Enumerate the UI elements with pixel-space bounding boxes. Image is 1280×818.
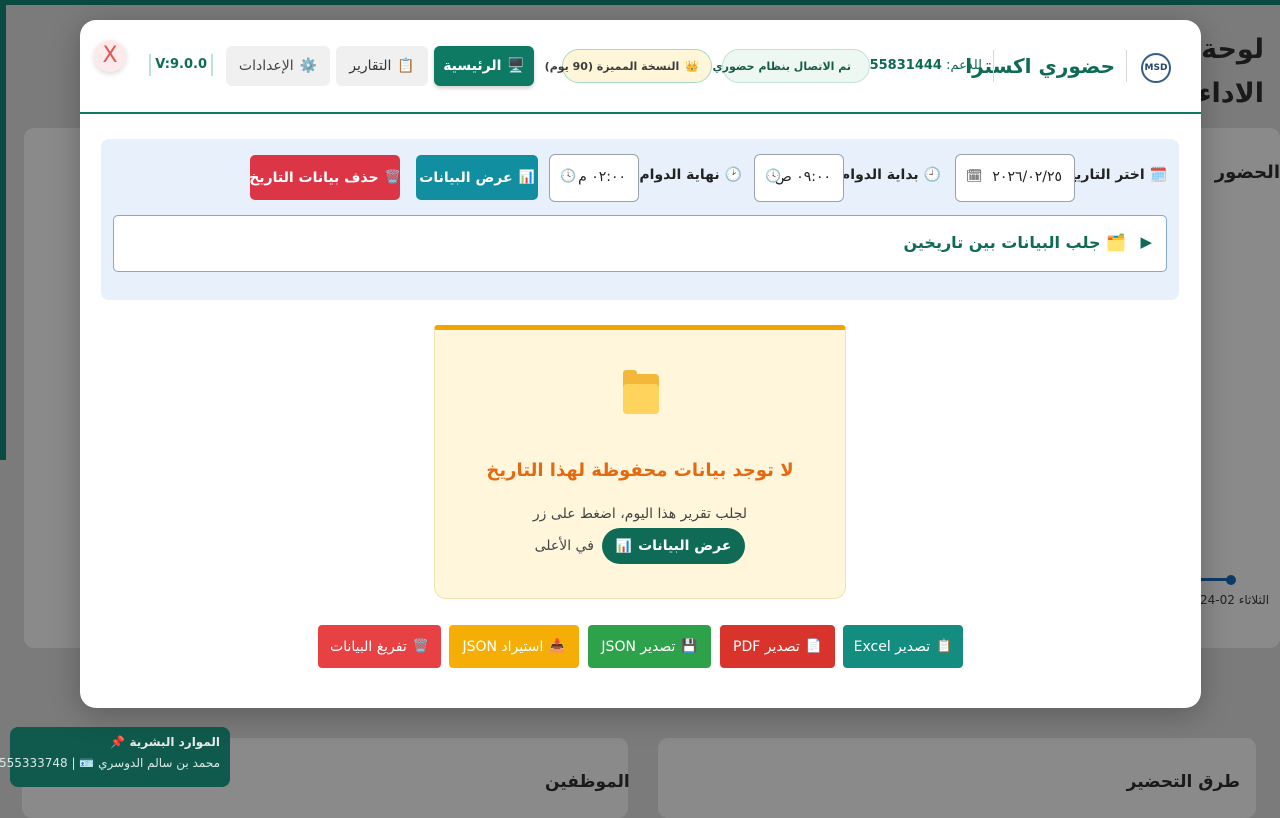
tab-reports[interactable]: 📋 التقارير	[336, 46, 428, 86]
chart-axis-label: الثلاثاء 02-24	[1200, 593, 1270, 607]
tab-settings[interactable]: ⚙️ الإعدادات	[226, 46, 330, 86]
hr-phone: 0555333748	[0, 756, 68, 770]
chart-icon: 📊	[615, 538, 633, 554]
connection-status-text: تم الاتصال بنظام حضوري	[712, 59, 851, 73]
attendance-chart-label: الحضور	[1214, 162, 1280, 183]
hr-person-name: محمد بن سالم الدوسري	[98, 756, 220, 770]
empty-state-hint: عرض البيانات 📊 في الأعلى	[435, 528, 845, 564]
end-label: 🕑 نهاية الدوام:	[634, 167, 742, 183]
attendance-modal: MSD حضوري اكسترا للدعم: 0555831444 تم ال…	[80, 20, 1201, 708]
chart-point	[1226, 575, 1236, 585]
monitor-icon: 🖥️	[507, 58, 525, 74]
clock-icon: 🕘	[923, 167, 941, 183]
import-json-button[interactable]: 📥 استيراد JSON	[449, 625, 579, 668]
start-time-input[interactable]: ٠٩:٠٠ ص 🕓	[754, 154, 844, 202]
page-title: لوحة الاداء	[1197, 34, 1264, 109]
import-json-label: استيراد JSON	[462, 638, 544, 655]
date-range-title: 🗂️ جلب البيانات بين تاريخين	[904, 233, 1127, 252]
premium-badge: 👑 النسخة المميزة (90 يوم)	[545, 49, 712, 83]
empty-state-title: لا توجد بيانات محفوظة لهذا التاريخ	[486, 460, 794, 481]
export-excel-label: تصدير Excel	[853, 638, 931, 655]
floppy-icon: 💾	[681, 639, 698, 654]
crown-icon: 👑	[685, 59, 699, 73]
clock-picker-icon[interactable]: 🕓	[560, 169, 576, 184]
id-icon: 🪪	[79, 756, 95, 770]
caret-right-icon: ▶	[1140, 233, 1152, 251]
end-label-text: نهاية الدوام:	[633, 167, 720, 183]
support-info: للدعم: 0555831444	[852, 58, 983, 73]
date-input[interactable]: ٢٠٢٦/٠٢/٢٥ 🗓	[955, 154, 1075, 202]
clock-picker-icon[interactable]: 🕓	[765, 169, 781, 184]
export-pdf-label: تصدير PDF	[733, 638, 800, 655]
tab-settings-label: الإعدادات	[238, 58, 294, 74]
start-label-text: بداية الدوام:	[834, 167, 919, 183]
delete-date-data-label: حذف بيانات التاريخ	[249, 169, 379, 186]
employees-section-title: الموظفين	[545, 772, 630, 792]
date-range-toggle[interactable]: ▶ 🗂️ جلب البيانات بين تاريخين	[113, 215, 1167, 272]
clear-data-button[interactable]: 🗑️ تفريغ البيانات	[318, 625, 441, 668]
close-button[interactable]: X	[94, 40, 126, 72]
inline-show-data-button[interactable]: عرض البيانات 📊	[601, 528, 746, 564]
connection-status-badge: تم الاتصال بنظام حضوري	[713, 49, 870, 83]
export-json-label: تصدير JSON	[601, 638, 676, 655]
empty-state-subtitle: لجلب تقرير هذا اليوم، اضغط على زر	[532, 506, 748, 522]
clear-data-label: تفريغ البيانات	[330, 638, 407, 655]
inbox-icon: 📥	[549, 639, 566, 654]
top-accent-bar	[0, 0, 1280, 5]
header-divider	[993, 50, 994, 82]
tab-home[interactable]: 🖥️ الرئيسية	[434, 46, 534, 86]
end-time-value: ٠٢:٠٠ م	[578, 169, 626, 185]
chart-icon: 📊	[518, 170, 535, 185]
prep-section-title: طرق التحضير	[1126, 772, 1240, 792]
clipboard-icon: 📋	[936, 639, 953, 654]
calendar-picker-icon[interactable]: 🗓	[966, 169, 983, 184]
show-data-label: عرض البيانات	[419, 169, 513, 186]
start-label: 🕘 بداية الدوام:	[834, 167, 941, 183]
trash-icon: 🗑️	[412, 639, 429, 654]
side-accent-bar	[0, 0, 6, 460]
inline-show-data-label: عرض البيانات	[638, 538, 732, 554]
filter-panel: 🗓️ اختر التاريخ: ٢٠٢٦/٠٢/٢٥ 🗓 🕘 بداية ال…	[101, 139, 1179, 300]
clock-icon: 🕑	[724, 167, 742, 183]
hr-title: الموارد البشرية	[129, 735, 220, 749]
hr-contact-card[interactable]: الموارد البشرية 📌 محمد بن سالم الدوسري 🪪…	[0, 727, 230, 787]
premium-label: النسخة المميزة (90 يوم)	[544, 59, 680, 73]
version-label: V:9.0.0	[149, 54, 213, 76]
pin-icon: 📌	[110, 735, 126, 749]
support-label: للدعم:	[946, 58, 982, 73]
app-logo: MSD	[1141, 53, 1171, 83]
folder-icon	[623, 370, 659, 414]
document-icon: 📄	[805, 639, 822, 654]
modal-header: MSD حضوري اكسترا للدعم: 0555831444 تم ال…	[80, 20, 1201, 114]
tab-home-label: الرئيسية	[443, 58, 502, 74]
delete-date-data-button[interactable]: 🗑️ حذف بيانات التاريخ	[249, 155, 401, 200]
calendar-icon: 🗓️	[1149, 167, 1167, 183]
end-time-input[interactable]: ٠٢:٠٠ م 🕓	[549, 154, 639, 202]
date-label: 🗓️ اختر التاريخ:	[1060, 167, 1167, 183]
show-data-button[interactable]: 📊 عرض البيانات	[416, 155, 538, 200]
date-range-title-text: جلب البيانات بين تاريخين	[903, 233, 1101, 252]
export-pdf-button[interactable]: 📄 تصدير PDF	[720, 625, 835, 668]
gear-icon: ⚙️	[299, 58, 318, 74]
empty-state-suffix: في الأعلى	[534, 538, 594, 554]
trash-icon: 🗑️	[384, 170, 401, 185]
date-value: ٢٠٢٦/٠٢/٢٥	[992, 169, 1062, 185]
app-name: حضوري اكسترا	[965, 54, 1115, 78]
start-time-value: ٠٩:٠٠ ص	[774, 169, 831, 185]
folder-icon: 🗂️	[1106, 233, 1126, 252]
export-json-button[interactable]: 💾 تصدير JSON	[588, 625, 711, 668]
header-divider	[1126, 50, 1127, 82]
export-excel-button[interactable]: 📋 تصدير Excel	[843, 625, 963, 668]
clipboard-icon: 📋	[397, 58, 415, 74]
empty-state-card: لا توجد بيانات محفوظة لهذا التاريخ لجلب …	[434, 325, 846, 599]
tab-reports-label: التقارير	[349, 58, 392, 74]
